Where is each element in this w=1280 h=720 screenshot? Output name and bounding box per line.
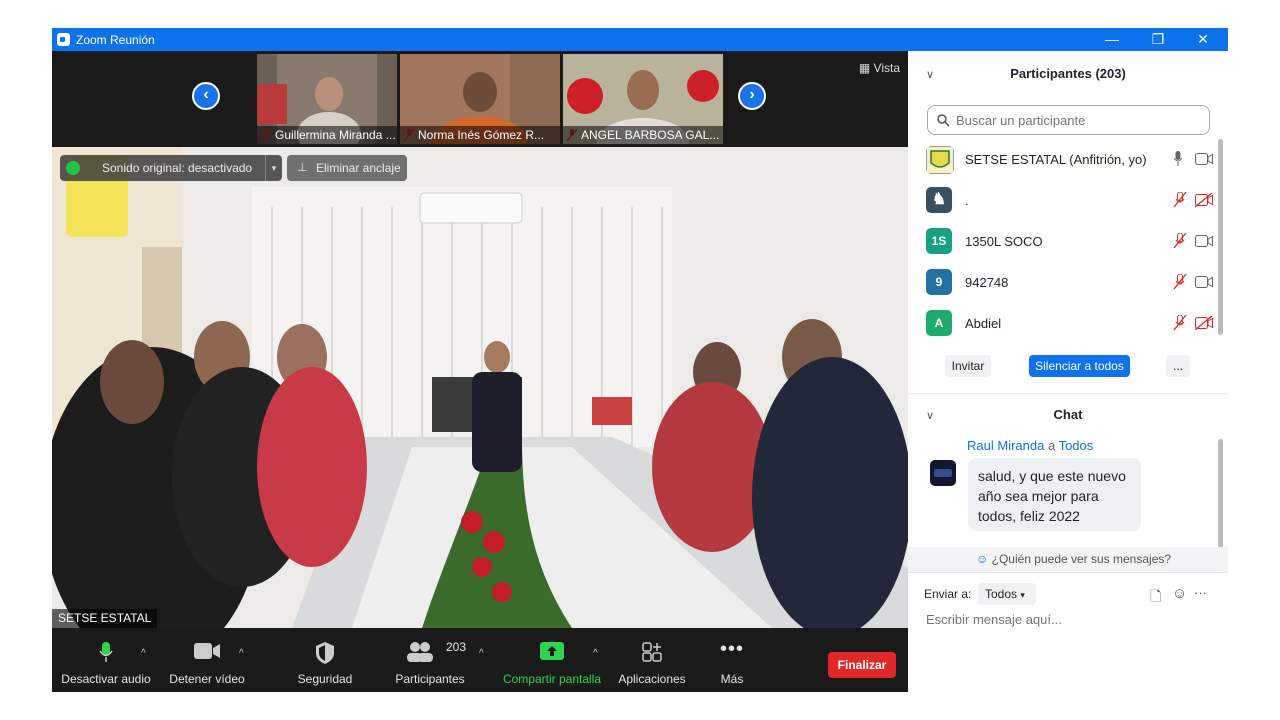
- video-options-caret[interactable]: ^: [239, 648, 244, 659]
- chat-message-input[interactable]: [924, 611, 1218, 628]
- security-button[interactable]: Seguridad: [288, 628, 362, 692]
- avatar: ♞: [926, 187, 952, 213]
- participant-row[interactable]: 1S 1350L SOCO: [926, 228, 1216, 256]
- participant-search: [927, 105, 1210, 135]
- chat-title: Chat: [1053, 407, 1083, 422]
- close-button[interactable]: ✕: [1180, 28, 1226, 51]
- meeting-toolbar: Desactivar audio ^ Detener vídeo ^ Segur…: [52, 628, 908, 692]
- participants-count: 203: [446, 640, 467, 654]
- participants-options-caret[interactable]: ^: [479, 648, 484, 659]
- more-options-button[interactable]: ...: [1166, 355, 1190, 377]
- chat-message: salud, y que este nuevo año sea mejor pa…: [968, 458, 1141, 531]
- thumbnail-name: Norma Inés Gómez R...: [400, 126, 560, 144]
- muted-mic-icon[interactable]: [1173, 233, 1187, 248]
- view-button[interactable]: ▦ Vista: [859, 61, 900, 75]
- audio-options-caret[interactable]: ^: [141, 648, 146, 659]
- chat-sender[interactable]: Raul Miranda: [967, 438, 1044, 453]
- participant-row[interactable]: A Abdiel: [926, 310, 1216, 338]
- chevron-down-icon[interactable]: ▾: [265, 155, 282, 181]
- shield-icon: [316, 642, 334, 664]
- emoji-icon[interactable]: ☺: [1172, 585, 1187, 602]
- file-icon[interactable]: 🗋: [1150, 586, 1161, 610]
- restore-button[interactable]: ❐: [1135, 28, 1181, 51]
- video-camera-icon[interactable]: [1195, 153, 1213, 165]
- more-dots-icon: •••: [719, 638, 745, 660]
- apps-button[interactable]: Aplicaciones: [612, 628, 692, 692]
- participant-row[interactable]: SETSE ESTATAL (Anfitrión, yo): [926, 146, 1216, 174]
- avatar: [926, 146, 954, 174]
- side-panel: ∨ Participantes (203) SETSE ESTATAL (Anf…: [908, 51, 1228, 692]
- window-title: Zoom Reunión: [76, 33, 155, 47]
- video-off-icon[interactable]: [1195, 316, 1213, 330]
- minimize-button[interactable]: —: [1089, 28, 1135, 51]
- thumbnail-strip: ‹ Guillermina Miranda ... Norma Inés Góm…: [52, 51, 908, 147]
- title-bar: Zoom Reunión — ❐ ✕: [52, 28, 1228, 51]
- microphone-icon[interactable]: [1173, 151, 1183, 166]
- grid-icon: ▦: [858, 61, 871, 75]
- muted-mic-icon[interactable]: [1173, 274, 1187, 289]
- thumbnail-name: ANGEL BARBOSA GAL...: [563, 126, 723, 144]
- mute-all-button[interactable]: Silenciar a todos: [1029, 355, 1130, 377]
- main-video: Sonido original: desactivado ▾ ⊥ Elimina…: [52, 147, 908, 628]
- panel-divider: [908, 393, 1228, 394]
- zoom-window: Zoom Reunión — ❐ ✕ ‹ Guillermina Miranda…: [52, 28, 1228, 692]
- who-can-see-link[interactable]: ☺ ¿Quién puede ver sus mensajes?: [976, 552, 1171, 566]
- avatar: A: [926, 310, 952, 336]
- send-to-dropdown[interactable]: Todos ▾: [978, 583, 1036, 605]
- meeting-room-video-image: [52, 147, 908, 628]
- thumbnail-video[interactable]: Guillermina Miranda ...: [257, 54, 397, 144]
- end-meeting-button[interactable]: Finalizar: [828, 652, 896, 678]
- muted-mic-icon[interactable]: [1173, 192, 1187, 207]
- share-screen-button[interactable]: Compartir pantalla: [497, 628, 607, 692]
- thumbnail-video[interactable]: ANGEL BARBOSA GAL...: [563, 54, 723, 144]
- muted-mic-icon[interactable]: [1173, 315, 1187, 330]
- chat-more-icon[interactable]: ···: [1194, 585, 1207, 600]
- next-page-button[interactable]: ›: [738, 82, 766, 110]
- user-lock-icon: ☺: [976, 552, 989, 566]
- speaker-name: SETSE ESTATAL: [52, 609, 158, 628]
- avatar: [930, 460, 956, 486]
- search-input[interactable]: [954, 112, 1198, 129]
- apps-icon: [642, 642, 662, 662]
- participants-scrollbar[interactable]: [1218, 139, 1223, 335]
- participant-row[interactable]: 9 942748: [926, 269, 1216, 297]
- participants-icon: [407, 642, 433, 662]
- original-sound-button[interactable]: Sonido original: desactivado ▾: [60, 155, 282, 181]
- microphone-icon: [99, 642, 113, 662]
- thumbnail-name: Guillermina Miranda ...: [257, 126, 397, 144]
- video-off-icon[interactable]: [1195, 193, 1213, 207]
- more-button[interactable]: ••• Más: [707, 628, 757, 692]
- shield-check-icon: [66, 161, 80, 175]
- panel-divider: [908, 572, 1228, 573]
- search-icon: [937, 114, 950, 127]
- mute-audio-button[interactable]: Desactivar audio: [56, 628, 156, 692]
- thumbnail-video[interactable]: Norma Inés Gómez R...: [400, 54, 560, 144]
- participant-row[interactable]: ♞ .: [926, 187, 1216, 215]
- share-options-caret[interactable]: ^: [593, 648, 598, 659]
- send-to-label: Enviar a:: [924, 587, 972, 601]
- stop-video-button[interactable]: Detener vídeo: [162, 628, 252, 692]
- avatar: 1S: [926, 228, 952, 254]
- prev-page-button[interactable]: ‹: [192, 82, 220, 110]
- pin-icon: ⊥: [297, 160, 308, 174]
- unpin-button[interactable]: ⊥ Eliminar anclaje: [287, 155, 407, 181]
- video-camera-icon[interactable]: [1195, 276, 1213, 288]
- participants-button[interactable]: 203 Participantes: [390, 628, 470, 692]
- participants-title: Participantes (203): [1010, 66, 1126, 81]
- chat-visibility-bar: ☺ ¿Quién puede ver sus mensajes?: [908, 547, 1228, 572]
- video-camera-icon[interactable]: [1195, 235, 1213, 247]
- chat-recipient: Todos: [1058, 438, 1094, 453]
- chevron-down-icon: ▾: [1020, 590, 1025, 600]
- share-screen-icon: [540, 642, 564, 660]
- invite-button[interactable]: Invitar: [945, 355, 991, 377]
- zoom-logo-icon: [57, 33, 70, 46]
- avatar: 9: [926, 269, 952, 295]
- chat-message-header: Raul Miranda a Todos: [967, 438, 1094, 453]
- video-camera-icon: [194, 643, 220, 659]
- video-stage: ‹ Guillermina Miranda ... Norma Inés Góm…: [52, 51, 908, 692]
